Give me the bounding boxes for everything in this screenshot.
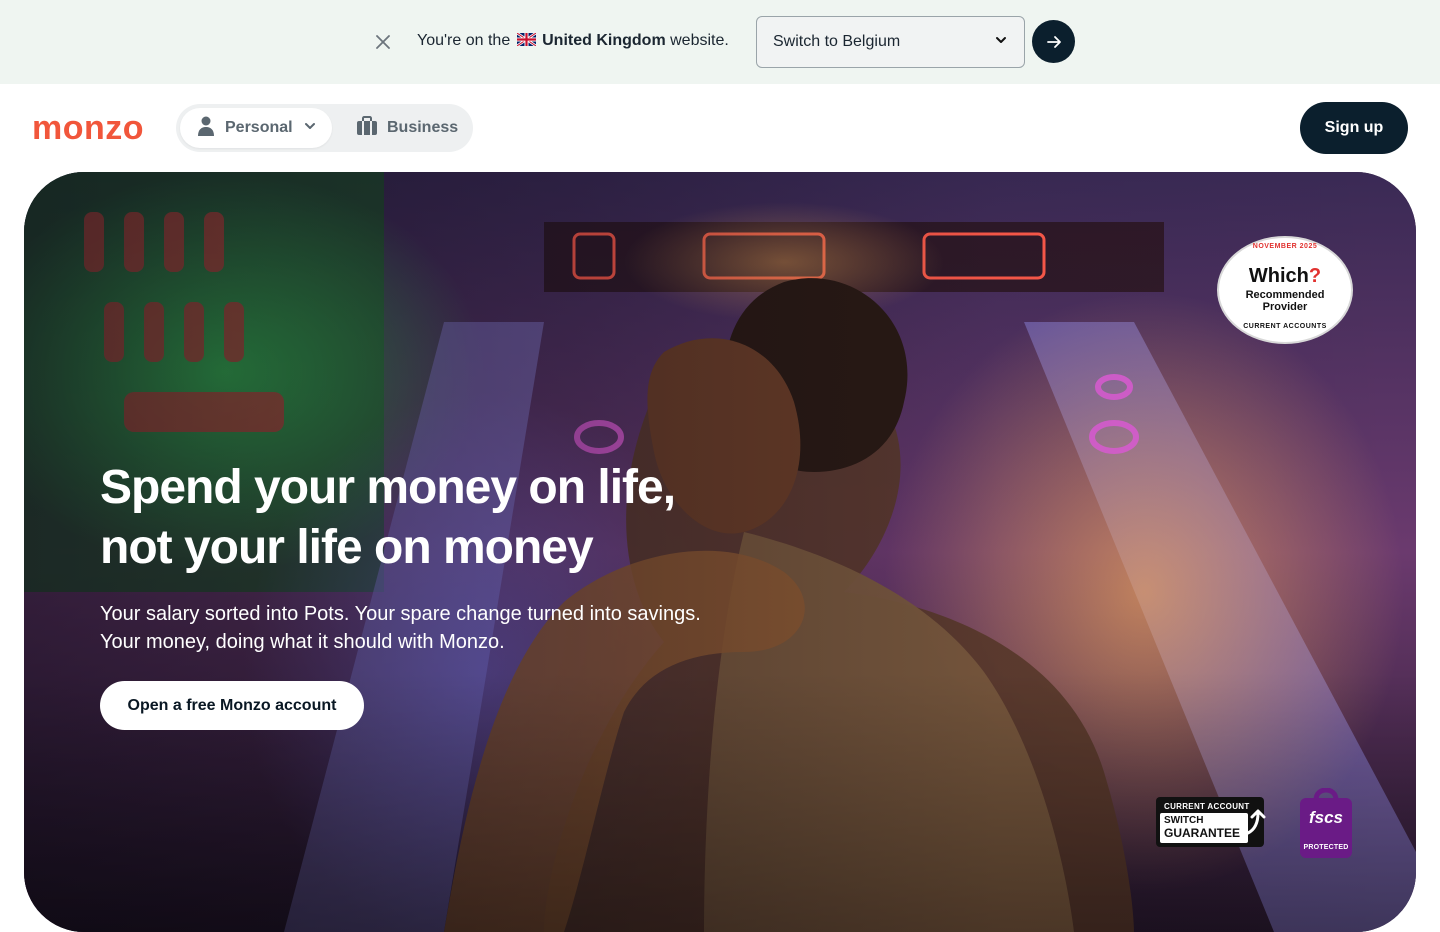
fscs-label: PROTECTED: [1303, 844, 1349, 851]
site-header: monzo Personal Business Sign up: [0, 84, 1440, 172]
nav-personal-button[interactable]: Personal: [180, 108, 332, 148]
switch-guarantee-line: GUARANTEE: [1164, 826, 1241, 840]
switch-guarantee-box: SWITCH GUARANTEE: [1160, 813, 1248, 843]
chevron-down-icon: [303, 119, 317, 138]
hero-subtitle-line: Your salary sorted into Pots. Your spare…: [100, 603, 701, 625]
region-notice: You're on the United Kingdom website.: [417, 30, 729, 52]
which-badge-line: Recommended: [1245, 289, 1325, 301]
open-account-button[interactable]: Open a free Monzo account: [100, 681, 364, 730]
region-select-value: Switch to Belgium: [773, 33, 901, 50]
region-notice-prefix: You're on the: [417, 32, 511, 49]
region-banner: You're on the United Kingdom website. Sw…: [0, 0, 1440, 84]
which-badge-category: CURRENT ACCOUNTS: [1243, 323, 1327, 330]
region-notice-suffix: website.: [670, 32, 729, 49]
region-select[interactable]: Switch to Belgium: [756, 16, 1025, 68]
monzo-logo[interactable]: monzo: [32, 111, 144, 145]
arrow-right-icon: [1046, 35, 1061, 48]
which-recommended-badge: NOVEMBER 2025 Which? Recommended Provide…: [1217, 236, 1353, 344]
which-badge-mark: ?: [1308, 265, 1322, 287]
briefcase-icon: [356, 115, 378, 141]
uk-flag-icon: [515, 31, 537, 48]
which-badge-title: Which?: [1217, 266, 1353, 286]
hero-section: Spend your money on life, not your life …: [24, 172, 1416, 932]
audience-switcher: Personal Business: [176, 104, 473, 152]
switch-guarantee-badge: CURRENT ACCOUNT SWITCH GUARANTEE: [1156, 797, 1266, 847]
fscs-protected-badge: fscs PROTECTED: [1300, 788, 1352, 858]
which-badge-name: Which: [1248, 265, 1309, 287]
nav-business-button[interactable]: Business: [356, 108, 470, 148]
fscs-name: fscs: [1308, 808, 1344, 827]
hero-title-line: not your life on money: [100, 521, 594, 574]
nav-personal-label: Personal: [225, 119, 293, 136]
person-icon: [196, 115, 216, 142]
sign-up-button[interactable]: Sign up: [1300, 102, 1408, 154]
nav-business-label: Business: [387, 119, 459, 136]
which-badge-date: NOVEMBER 2025: [1252, 243, 1318, 250]
switch-arrow-icon: [1246, 809, 1266, 835]
region-country: United Kingdom: [542, 32, 666, 49]
close-icon[interactable]: [370, 29, 396, 55]
hero-subtitle: Your salary sorted into Pots. Your spare…: [100, 600, 800, 656]
hero-subtitle-line: Your money, doing what it should with Mo…: [100, 631, 505, 653]
hero-title: Spend your money on life, not your life …: [100, 458, 800, 578]
which-badge-line: Provider: [1262, 301, 1308, 313]
chevron-down-icon: [994, 33, 1008, 52]
hero-title-line: Spend your money on life,: [100, 461, 676, 514]
switch-guarantee-top: CURRENT ACCOUNT: [1164, 802, 1250, 811]
region-go-button[interactable]: [1032, 20, 1075, 63]
